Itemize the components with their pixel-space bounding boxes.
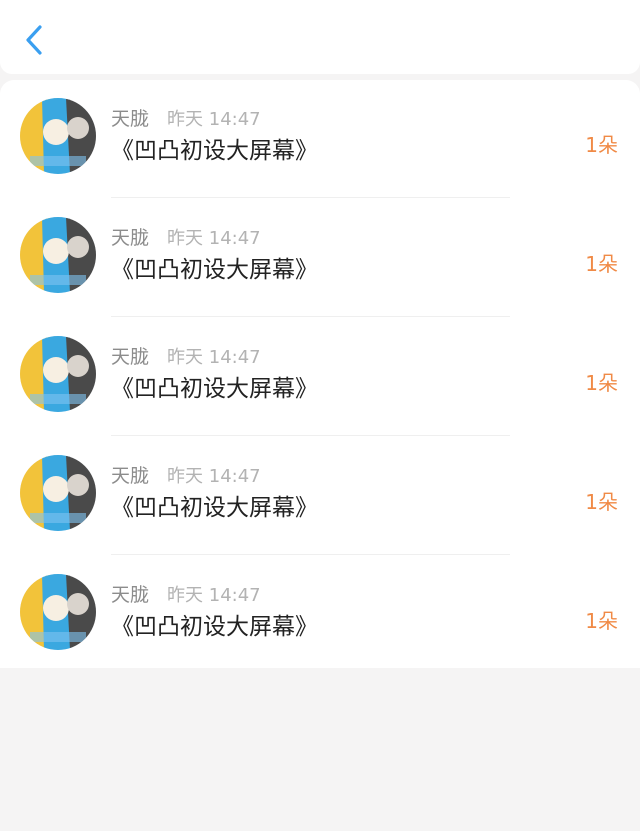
item-meta: 天胧 昨天 14:47 <box>111 344 261 370</box>
sender-name: 天胧 <box>111 584 150 606</box>
avatar <box>20 455 96 531</box>
list-item[interactable]: 天胧 昨天 14:47 《凹凸初设大屏幕》 1朵 <box>0 318 640 436</box>
divider <box>111 435 510 436</box>
back-button[interactable] <box>18 22 54 58</box>
avatar <box>20 336 96 412</box>
list-item[interactable]: 天胧 昨天 14:47 《凹凸初设大屏幕》 1朵 <box>0 199 640 317</box>
gift-record-list: 天胧 昨天 14:47 《凹凸初设大屏幕》 1朵 天胧 昨天 14:47 《凹凸初设… <box>0 80 640 668</box>
item-meta: 天胧 昨天 14:47 <box>111 225 261 251</box>
timestamp: 昨天 14:47 <box>167 466 261 487</box>
gift-amount: 1朵 <box>585 490 618 514</box>
timestamp: 昨天 14:47 <box>167 109 261 130</box>
list-item[interactable]: 天胧 昨天 14:47 《凹凸初设大屏幕》 1朵 <box>0 80 640 198</box>
gift-amount: 1朵 <box>585 371 618 395</box>
list-item[interactable]: 天胧 昨天 14:47 《凹凸初设大屏幕》 1朵 <box>0 437 640 555</box>
sender-name: 天胧 <box>111 108 150 130</box>
timestamp: 昨天 14:47 <box>167 347 261 368</box>
sender-name: 天胧 <box>111 227 150 249</box>
item-meta: 天胧 昨天 14:47 <box>111 463 261 489</box>
divider <box>111 197 510 198</box>
list-item[interactable]: 天胧 昨天 14:47 《凹凸初设大屏幕》 1朵 <box>0 556 640 674</box>
gift-amount: 1朵 <box>585 609 618 633</box>
timestamp: 昨天 14:47 <box>167 585 261 606</box>
avatar <box>20 217 96 293</box>
item-meta: 天胧 昨天 14:47 <box>111 106 261 132</box>
work-title: 《凹凸初设大屏幕》 <box>111 138 318 164</box>
divider <box>111 554 510 555</box>
item-meta: 天胧 昨天 14:47 <box>111 582 261 608</box>
work-title: 《凹凸初设大屏幕》 <box>111 257 318 283</box>
divider <box>111 316 510 317</box>
timestamp: 昨天 14:47 <box>167 228 261 249</box>
gift-amount: 1朵 <box>585 133 618 157</box>
work-title: 《凹凸初设大屏幕》 <box>111 614 318 640</box>
avatar <box>20 574 96 650</box>
work-title: 《凹凸初设大屏幕》 <box>111 376 318 402</box>
work-title: 《凹凸初设大屏幕》 <box>111 495 318 521</box>
sender-name: 天胧 <box>111 465 150 487</box>
top-bar <box>0 0 640 74</box>
chevron-left-icon <box>26 25 42 55</box>
gift-amount: 1朵 <box>585 252 618 276</box>
sender-name: 天胧 <box>111 346 150 368</box>
avatar <box>20 98 96 174</box>
